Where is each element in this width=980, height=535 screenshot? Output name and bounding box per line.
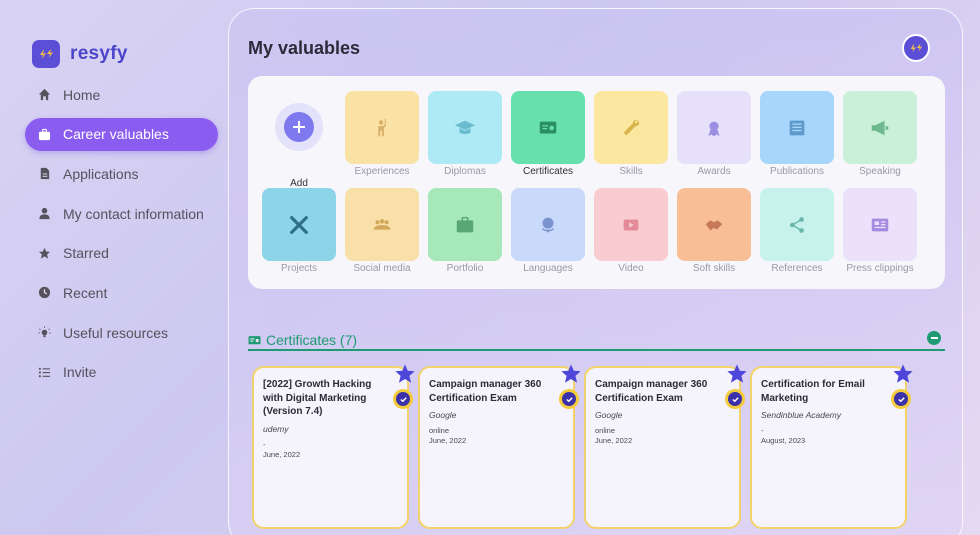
wrench-icon <box>623 119 640 135</box>
people-icon <box>373 218 391 230</box>
certificate-title: Campaign manager 360 Certification Exam <box>595 379 708 404</box>
home-icon <box>38 88 51 101</box>
certificate-title: [2022] Growth Hacking with Digital Marke… <box>263 379 372 417</box>
star-icon <box>38 247 51 260</box>
certificate-issuer: Google <box>429 410 457 420</box>
sidebar-item-recent[interactable]: Recent <box>25 276 218 309</box>
sidebar-item-contact-information[interactable]: My contact information <box>25 197 218 230</box>
list-icon <box>38 366 51 379</box>
play-icon <box>623 219 639 230</box>
sidebar-item-label: Recent <box>63 284 108 301</box>
category-skills[interactable]: Skills <box>594 91 668 177</box>
megaphone-icon <box>871 120 889 135</box>
certificate-issuer: udemy <box>263 423 289 434</box>
graduation-cap-icon <box>454 120 476 134</box>
category-projects[interactable]: Projects <box>262 188 336 274</box>
sidebar-item-label: Useful resources <box>63 324 169 341</box>
globe-icon <box>542 217 554 232</box>
category-soft-skills[interactable]: Soft skills <box>677 188 751 274</box>
verified-badge-icon <box>393 389 413 409</box>
star-icon[interactable] <box>394 363 416 385</box>
verified-badge-icon <box>559 389 579 409</box>
sidebar-nav: Home Career valuables Applications My co… <box>25 78 218 396</box>
category-press-clippings[interactable]: Press clippings <box>843 188 917 274</box>
add-valuable-button[interactable]: Add <box>262 91 336 189</box>
add-circle <box>275 103 323 151</box>
certificate-title: Certification for Email Marketing <box>761 379 865 404</box>
sidebar-item-label: My contact information <box>63 205 204 222</box>
page-title: My valuables <box>248 38 361 58</box>
press-icon <box>871 218 889 231</box>
star-icon[interactable] <box>560 363 582 385</box>
minus-icon <box>930 337 938 339</box>
avatar[interactable] <box>902 34 930 62</box>
briefcase-icon <box>456 216 474 232</box>
person-icon <box>38 207 51 220</box>
certificate-title: Campaign manager 360 Certification Exam <box>429 379 542 404</box>
verified-badge-icon <box>891 389 911 409</box>
document-icon <box>38 167 51 180</box>
certificate-card[interactable]: Certification for Email Marketing Sendin… <box>750 364 913 529</box>
certificate-icon <box>539 121 557 133</box>
category-references[interactable]: References <box>760 188 834 274</box>
section-title: Certificates (7) <box>266 332 358 348</box>
category-social-media[interactable]: Social media <box>345 188 419 274</box>
star-icon[interactable] <box>726 363 748 385</box>
category-experiences[interactable]: Experiences <box>345 91 419 177</box>
sidebar-item-label: Invite <box>63 364 97 381</box>
certificate-mode: - <box>263 439 266 449</box>
certificate-icon <box>248 336 261 345</box>
certificate-mode: - <box>761 426 764 435</box>
category-speaking[interactable]: Speaking <box>843 91 917 177</box>
valuables-grid: Add Experiences Diplomas Certificates Sk… <box>248 76 945 289</box>
sidebar-item-career-valuables[interactable]: Career valuables <box>25 117 218 151</box>
category-publications[interactable]: Publications <box>760 91 834 177</box>
brand-name: resyfy <box>70 43 128 64</box>
certificates-section-header: Certificates (7) <box>248 330 945 351</box>
sidebar-item-useful-resources[interactable]: Useful resources <box>25 316 218 349</box>
newspaper-icon <box>789 120 805 135</box>
briefcase-icon <box>38 128 51 141</box>
medal-icon <box>708 121 720 136</box>
certificate-mode: online <box>429 426 450 435</box>
certificate-card[interactable]: [2022] Growth Hacking with Digital Marke… <box>252 364 415 529</box>
certificate-mode: online <box>595 426 616 435</box>
sidebar-item-label: Home <box>63 86 101 103</box>
certificate-date: June, 2022 <box>595 436 633 445</box>
plus-icon <box>284 112 314 142</box>
sidebar: resyfy Home Career valuables Application… <box>0 0 228 535</box>
lightbulb-icon <box>38 326 51 339</box>
sidebar-item-invite[interactable]: Invite <box>25 356 218 389</box>
resyfy-logo-icon <box>32 40 60 68</box>
category-video[interactable]: Video <box>594 188 668 274</box>
share-icon <box>790 216 804 233</box>
category-awards[interactable]: Awards <box>677 91 751 177</box>
sidebar-item-label: Applications <box>63 165 139 182</box>
category-certificates[interactable]: Certificates <box>511 91 585 177</box>
certificate-issuer: Google <box>595 410 623 420</box>
sidebar-item-applications[interactable]: Applications <box>25 157 218 190</box>
verified-badge-icon <box>725 389 745 409</box>
brand[interactable]: resyfy <box>32 40 128 68</box>
person-raising-hand-icon <box>378 118 386 136</box>
sidebar-item-starred[interactable]: Starred <box>25 237 218 270</box>
certificate-date: June, 2022 <box>263 449 301 459</box>
clock-icon <box>38 286 51 299</box>
tools-icon <box>290 215 308 234</box>
sidebar-item-home[interactable]: Home <box>25 78 218 111</box>
category-diplomas[interactable]: Diplomas <box>428 91 502 177</box>
category-portfolio[interactable]: Portfolio <box>428 188 502 274</box>
star-icon[interactable] <box>892 363 914 385</box>
certificate-card[interactable]: Campaign manager 360 Certification Exam … <box>584 364 747 529</box>
category-languages[interactable]: Languages <box>511 188 585 274</box>
certificate-date: August, 2023 <box>761 436 806 445</box>
handshake-icon <box>705 219 723 230</box>
resyfy-avatar-icon <box>910 43 923 53</box>
sidebar-item-label: Career valuables <box>63 126 169 143</box>
certificate-card[interactable]: Campaign manager 360 Certification Exam … <box>418 364 581 529</box>
sidebar-item-label: Starred <box>63 245 109 262</box>
collapse-section-button[interactable] <box>927 331 941 345</box>
certificate-issuer: Sendinblue Academy <box>761 410 842 420</box>
certificate-date: June, 2022 <box>429 436 467 445</box>
